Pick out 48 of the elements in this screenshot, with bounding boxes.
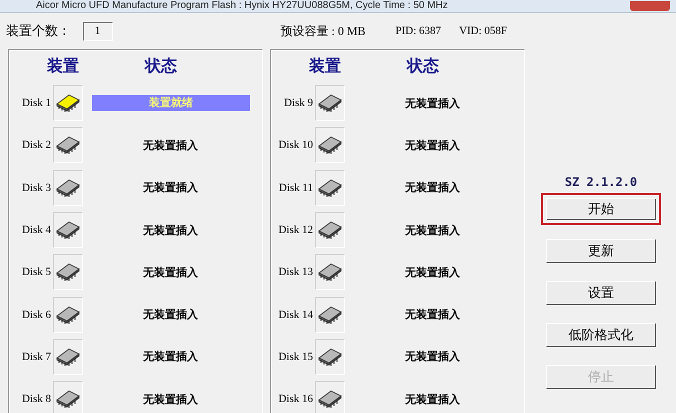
disk-label: Disk 14 <box>277 308 313 321</box>
status-text: 无装置插入 <box>143 138 198 153</box>
action-button[interactable]: 低阶格式化 <box>546 323 656 347</box>
action-button[interactable]: 更新 <box>546 239 656 263</box>
device-count-field[interactable]: 1 <box>82 22 113 40</box>
status-text: 无装置插入 <box>405 392 460 407</box>
action-button[interactable]: 设置 <box>546 281 656 305</box>
capacity-label: 预设容量 : 0 MB <box>280 22 366 40</box>
disk-label: Disk 6 <box>20 308 51 321</box>
status-text: 无装置插入 <box>143 264 198 280</box>
status-text: 无装置插入 <box>405 138 460 153</box>
column-header: 装置 <box>309 56 341 76</box>
disk-label: Disk 13 <box>277 266 313 278</box>
close-button[interactable] <box>630 1 670 11</box>
status-text: 无装置插入 <box>405 96 460 111</box>
disk-label: Disk 7 <box>20 350 51 363</box>
column-header: 状态 <box>407 56 439 76</box>
disk-label: Disk 11 <box>278 182 313 194</box>
disk-label: Disk 8 <box>20 393 51 406</box>
column-header: 装置 <box>47 56 79 76</box>
vid-label: VID: 058F <box>459 25 508 37</box>
window-title: Aicor Micro UFD Manufacture Program Flash : Hynix HY27UU088G5M, Cycle Time : 50 MHz <box>36 0 448 12</box>
disk-label: Disk 3 <box>20 182 51 194</box>
status-text: 无装置插入 <box>143 180 198 196</box>
action-button[interactable]: 开始 <box>541 193 661 225</box>
disk-label: Disk 16 <box>277 393 313 406</box>
status-text: 无装置插入 <box>143 392 198 407</box>
disk-label: Disk 5 <box>20 266 51 278</box>
disk-label: Disk 9 <box>282 97 313 110</box>
status-text: 无装置插入 <box>143 307 198 322</box>
disk-label: Disk 12 <box>277 224 313 236</box>
status-text: 装置就绪 <box>92 95 250 112</box>
disk-label: Disk 15 <box>277 350 313 363</box>
disk-label: Disk 4 <box>20 224 51 236</box>
status-text: 无装置插入 <box>405 264 460 280</box>
status-text: 无装置插入 <box>143 222 198 238</box>
disk-label: Disk 2 <box>20 139 51 152</box>
disk-label: Disk 1 <box>20 97 51 110</box>
device-count-label: 装置个数 : <box>6 23 67 40</box>
pid-label: PID: 6387 <box>396 25 442 37</box>
column-header: 状态 <box>145 56 177 76</box>
status-text: 无装置插入 <box>405 222 460 238</box>
version-label: SZ 2.1.2.0 <box>564 175 638 189</box>
status-text: 无装置插入 <box>405 307 460 322</box>
status-text: 无装置插入 <box>143 349 198 364</box>
status-text: 无装置插入 <box>405 349 460 364</box>
disk-label: Disk 10 <box>277 139 313 152</box>
status-text: 无装置插入 <box>405 180 460 196</box>
